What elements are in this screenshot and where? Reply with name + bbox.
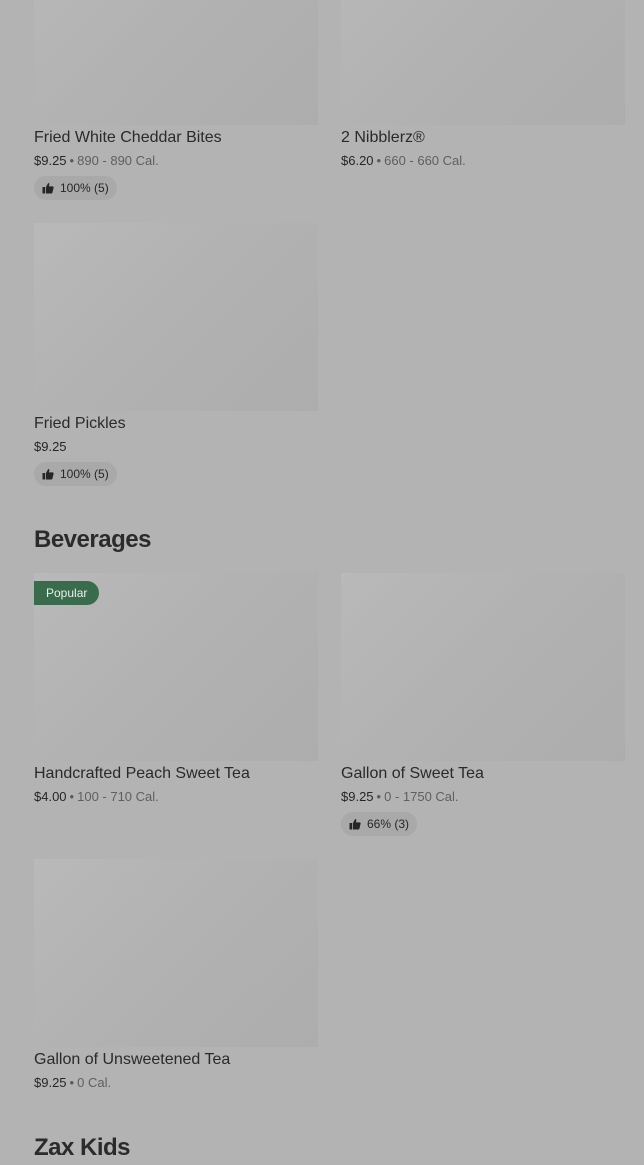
menu-item-card[interactable]: Gallon of Unsweetened Tea $9.25 • 0 Cal.: [34, 859, 318, 1090]
rating-pill: 66% (3): [341, 812, 418, 836]
menu-item-calories: 0 Cal.: [77, 1075, 112, 1090]
menu-item-meta: $6.20 • 660 - 660 Cal.: [341, 152, 466, 170]
menu-item-price: $9.25: [34, 1075, 67, 1090]
meta-separator: •: [69, 153, 75, 168]
menu-item-name: Fried Pickles: [34, 415, 126, 432]
menu-item-image: [34, 859, 318, 1047]
menu-item-meta: $9.25 • 0 Cal.: [34, 1074, 111, 1092]
menu-item-calories: 890 - 890 Cal.: [77, 153, 159, 168]
thumbs-up-icon: [349, 819, 361, 830]
menu-item-meta: $4.00 • 100 - 710 Cal.: [34, 788, 159, 806]
meta-separator: •: [376, 153, 382, 168]
section-title-zax-kids: Zax Kids: [34, 1134, 131, 1161]
menu-item-meta: $9.25: [34, 438, 67, 456]
thumbs-up-icon: [42, 469, 54, 480]
menu-item-card[interactable]: Fried White Cheddar Bites $9.25 • 890 - 89…: [34, 0, 318, 200]
menu-item-image: [341, 0, 625, 125]
meta-separator: •: [69, 1075, 75, 1090]
menu-item-image: Popular: [34, 573, 318, 761]
menu-item-image: [34, 0, 318, 125]
menu-item-price: $9.25: [34, 439, 67, 454]
menu-item-calories: 100 - 710 Cal.: [77, 789, 159, 804]
menu-item-name: Gallon of Unsweetened Tea: [34, 1051, 231, 1068]
menu-item-price: $9.25: [34, 153, 67, 168]
rating-pill: 100% (5): [34, 462, 117, 486]
menu-item-card[interactable]: 2 Nibblerz® $6.20 • 660 - 660 Cal.: [341, 0, 625, 168]
rating-pill: 100% (5): [34, 176, 117, 200]
menu-item-card[interactable]: Fried Pickles $9.25 100% (5): [34, 223, 318, 486]
meta-separator: •: [69, 789, 75, 804]
menu-item-meta: $9.25 • 0 - 1750 Cal.: [341, 788, 459, 806]
menu-item-price: $6.20: [341, 153, 374, 168]
menu-item-name: Handcrafted Peach Sweet Tea: [34, 765, 250, 782]
menu-item-calories: 0 - 1750 Cal.: [384, 789, 459, 804]
menu-item-image: [34, 223, 318, 411]
rating-text: 66% (3): [367, 817, 410, 831]
rating-text: 100% (5): [60, 181, 109, 195]
menu-item-price: $9.25: [341, 789, 374, 804]
menu-item-name: Gallon of Sweet Tea: [341, 765, 484, 782]
thumbs-up-icon: [42, 183, 54, 194]
popular-badge: Popular: [34, 581, 100, 605]
section-title-beverages: Beverages: [34, 526, 151, 553]
rating-text: 100% (5): [60, 467, 109, 481]
menu-item-card[interactable]: Popular Handcrafted Peach Sweet Tea $4.0…: [34, 573, 318, 804]
menu-item-meta: $9.25 • 890 - 890 Cal.: [34, 152, 159, 170]
menu-item-calories: 660 - 660 Cal.: [384, 153, 466, 168]
menu-item-card[interactable]: Gallon of Sweet Tea $9.25 • 0 - 1750 Cal. …: [341, 573, 625, 836]
menu-item-image: [341, 573, 625, 761]
menu-item-name: Fried White Cheddar Bites: [34, 129, 222, 146]
menu-item-price: $4.00: [34, 789, 67, 804]
menu-item-name: 2 Nibblerz®: [341, 129, 425, 146]
meta-separator: •: [376, 789, 382, 804]
